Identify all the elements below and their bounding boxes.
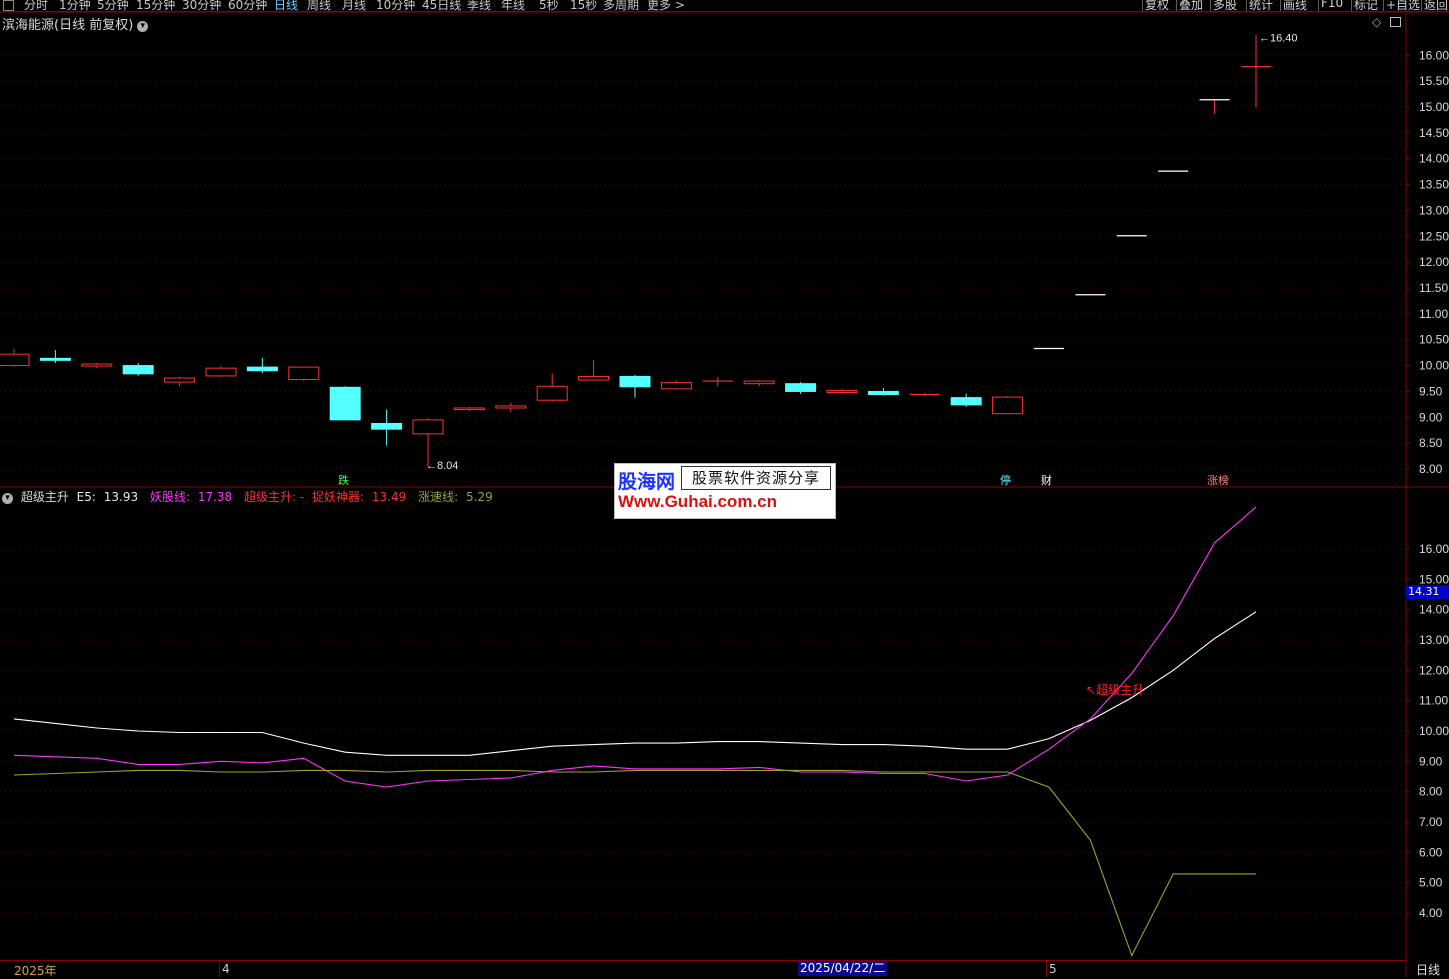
watermark-brand: 股海网 — [618, 471, 676, 493]
watermark-url: Www.Guhai.com.cn — [618, 492, 777, 511]
candle-body — [0, 353, 30, 367]
indicator-line-2 — [13, 769, 1256, 957]
time-label-year: 2025年 — [14, 964, 57, 978]
main-axis-label: 11.00 — [1419, 307, 1448, 321]
main-axis-label: 13.00 — [1419, 203, 1449, 217]
main-axis-label: 16.00 — [1419, 48, 1449, 62]
candle-body — [992, 396, 1024, 415]
candle-body — [785, 383, 817, 392]
candle-body — [578, 375, 610, 381]
candle-body — [536, 385, 568, 401]
indicator-axis-label: 6.00 — [1419, 845, 1443, 859]
candle-body — [122, 365, 154, 375]
indicator-name: 超级主升 — [20, 490, 69, 504]
candle-body — [495, 405, 527, 409]
zs-value: 5.29 — [465, 490, 493, 504]
main-axis-label: 11.50 — [1419, 281, 1448, 295]
indicator-axis-label: 11.00 — [1419, 694, 1448, 708]
main-axis-label: 14.50 — [1419, 126, 1449, 140]
indicator-title: ▾ 超级主升 E5: 13.93 妖股线: 17.38 超级主升: - 捉妖神器… — [2, 488, 501, 505]
axis-tick — [219, 961, 220, 977]
arrow-icon: ↖ — [1086, 683, 1097, 697]
indicator-current-tag: 14.31 — [1406, 585, 1449, 599]
main-axis-label: 13.50 — [1419, 178, 1449, 192]
yao-label: 妖股线: — [149, 490, 190, 504]
high-price-label: ←16.40 — [1259, 33, 1298, 45]
main-axis-label: 15.00 — [1419, 100, 1449, 114]
candle-body — [288, 366, 320, 381]
main-axis-label: 14.00 — [1419, 152, 1449, 166]
main-axis-label: 10.50 — [1419, 333, 1449, 347]
time-axis: 2025年 4 5 — [0, 960, 1406, 978]
candle-body — [453, 407, 485, 411]
main-axis-label: 12.50 — [1419, 229, 1449, 243]
main-axis-label: 8.50 — [1419, 436, 1443, 450]
main-axis-label: 8.00 — [1419, 462, 1443, 476]
e5-label: E5: — [76, 490, 96, 504]
pin-zhangbang[interactable]: 涨榜 — [1207, 472, 1229, 488]
low-price-label: ←8.04 — [426, 460, 458, 472]
candle-body — [660, 382, 692, 390]
candle-body — [164, 377, 196, 383]
indicator-axis-label: 14.00 — [1419, 603, 1449, 617]
indicator-axis-label: 9.00 — [1419, 754, 1443, 768]
watermark: 股海网 股票软件资源分享 Www.Guhai.com.cn — [614, 463, 836, 519]
axis-tick — [1046, 961, 1047, 977]
main-axis-label: 9.00 — [1419, 410, 1443, 424]
pin-ting[interactable]: 停 — [1000, 472, 1011, 488]
main-axis-label: 10.00 — [1419, 359, 1449, 373]
chevron-down-icon[interactable]: ▾ — [2, 493, 13, 504]
indicator-axis-label: 13.00 — [1419, 633, 1449, 647]
candle-body — [329, 386, 361, 421]
candle-body — [371, 422, 403, 430]
period-label[interactable]: 日线 — [1416, 961, 1440, 978]
indicator-axis-label: 16.00 — [1419, 542, 1449, 556]
main-axis-label: 12.00 — [1419, 255, 1449, 269]
zs-label: 涨速线: — [418, 490, 459, 504]
yao-value: 17.38 — [197, 490, 233, 504]
indicator-axis-label: 8.00 — [1419, 785, 1443, 799]
e5-value: 13.93 — [103, 490, 139, 504]
pin-cai[interactable]: 财 — [1041, 472, 1052, 488]
indicator-axis-label: 5.00 — [1419, 876, 1443, 890]
shen-label: 捉妖神器: — [312, 490, 365, 504]
candle-body — [619, 375, 651, 388]
main-axis-label: 9.50 — [1419, 384, 1443, 398]
main-axis-label: 15.50 — [1419, 74, 1449, 88]
signal-text: 超级主升 — [1096, 683, 1145, 697]
candle-body — [950, 397, 982, 406]
candle-body — [826, 389, 858, 393]
pin-die[interactable]: 跌 — [338, 472, 349, 488]
candle-body — [205, 367, 237, 377]
candle-body — [867, 390, 899, 396]
watermark-slogan: 股票软件资源分享 — [681, 466, 831, 490]
crosshair-date: 2025/04/22/二 — [798, 961, 888, 976]
indicator-axis-label: 12.00 — [1419, 663, 1449, 677]
candle-body — [246, 366, 278, 372]
indicator-axis-label: 10.00 — [1419, 724, 1449, 738]
time-label-apr: 4 — [222, 962, 230, 976]
zhu-label: 超级主升: - — [244, 490, 305, 504]
shen-value: 13.49 — [371, 490, 407, 504]
indicator-axis-label: 7.00 — [1419, 815, 1443, 829]
signal-label: ↖超级主升 — [1086, 681, 1144, 698]
candle-body — [81, 363, 113, 367]
indicator-axis-label: 4.00 — [1419, 906, 1443, 920]
candle-body — [39, 357, 71, 361]
time-label-may: 5 — [1049, 962, 1057, 976]
candle-body — [743, 380, 775, 385]
candle-body — [412, 419, 444, 435]
